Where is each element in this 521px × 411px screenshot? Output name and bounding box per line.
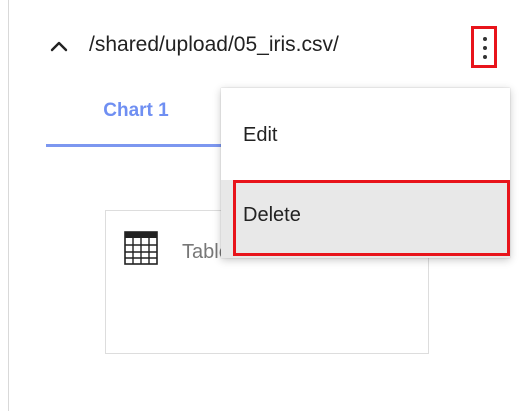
menu-item-delete[interactable]: Delete [221, 180, 510, 258]
more-options-button[interactable] [471, 26, 497, 68]
active-tab-indicator [46, 144, 226, 147]
dataset-panel: /shared/upload/05_iris.csv/ Chart 1 Tabl… [8, 0, 521, 411]
context-menu: Edit Delete [221, 88, 510, 258]
panel-header: /shared/upload/05_iris.csv/ [9, 0, 521, 92]
kebab-vertical-icon [482, 37, 487, 41]
menu-item-label: Delete [243, 204, 301, 226]
tab-chart-1[interactable]: Chart 1 [46, 92, 226, 148]
menu-item-label: Edit [243, 124, 278, 146]
table-grid-icon [124, 231, 158, 265]
chevron-up-icon[interactable] [47, 34, 71, 58]
menu-item-edit[interactable]: Edit [221, 94, 510, 172]
tab-label: Chart 1 [103, 100, 169, 121]
dataset-path-title: /shared/upload/05_iris.csv/ [89, 33, 339, 56]
